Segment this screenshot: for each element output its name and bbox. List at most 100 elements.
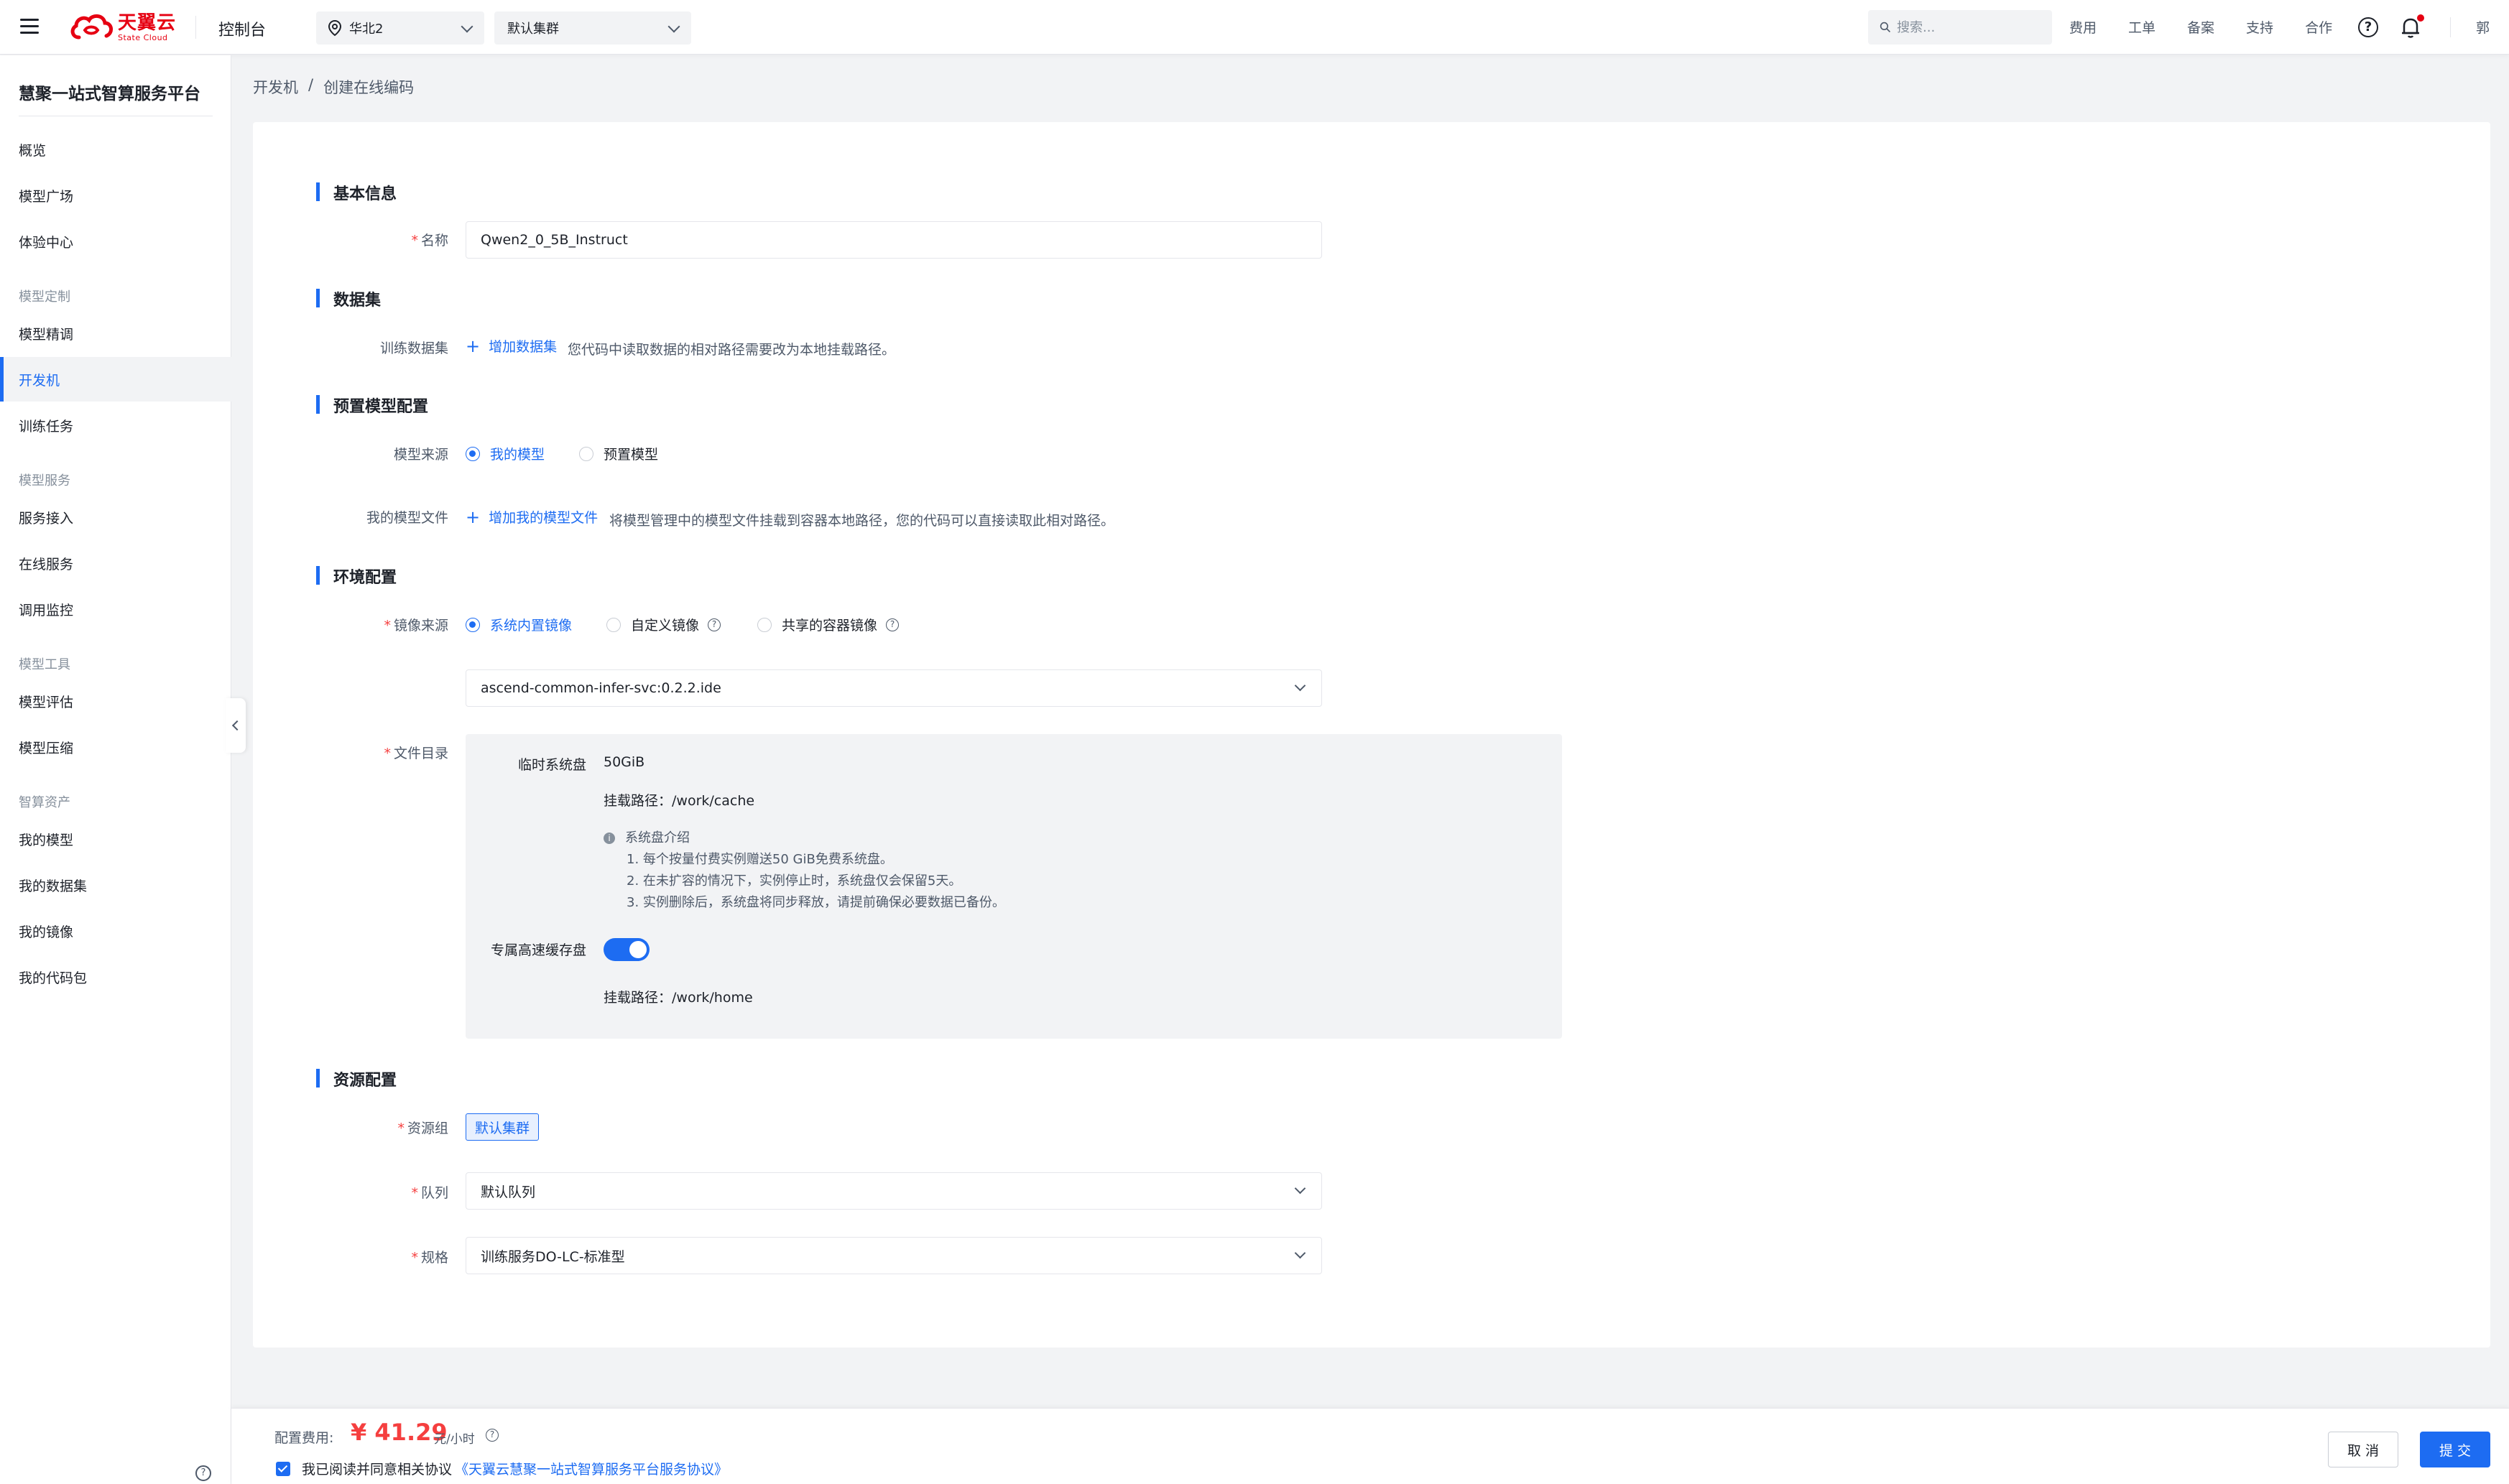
topbar-divider bbox=[2450, 17, 2451, 37]
temp-disk-label: 临时系统盘 bbox=[517, 757, 586, 773]
radio-dot bbox=[579, 446, 593, 461]
breadcrumb-parent[interactable]: 开发机 bbox=[253, 76, 298, 98]
cancel-button[interactable]: 取 消 bbox=[2328, 1432, 2398, 1467]
agreement-link[interactable]: 《天翼云慧聚一站式智算服务平台服务协议》 bbox=[455, 1459, 728, 1478]
breadcrumb: 开发机 / 创建在线编码 bbox=[253, 76, 414, 98]
radio-builtin-image[interactable]: 系统内置镜像 bbox=[466, 615, 572, 634]
add-dataset-button[interactable]: + 增加数据集 bbox=[466, 336, 557, 356]
sidebar: 慧聚一站式智算服务平台 概览 模型广场 体验中心 模型定制 模型精调 开发机 训… bbox=[0, 55, 231, 1484]
resource-group-label: * 资源组 bbox=[397, 1121, 448, 1136]
sidebar-item-experience[interactable]: 体验中心 bbox=[0, 219, 231, 264]
search-input[interactable] bbox=[1897, 19, 2041, 35]
sidebar-item-devbox[interactable]: 开发机 bbox=[0, 357, 231, 402]
image-source-label: * 镜像来源 bbox=[384, 618, 448, 634]
agreement-text: 我已阅读并同意相关协议 bbox=[302, 1462, 453, 1478]
sidebar-item-finetune[interactable]: 模型精调 bbox=[0, 311, 231, 356]
model-file-hint: 将模型管理中的模型文件挂载到容器本地路径，您的代码可以直接读取此相对路径。 bbox=[609, 513, 1115, 529]
model-source-label: 模型来源 bbox=[393, 447, 448, 463]
sidebar-item-overview[interactable]: 概览 bbox=[0, 127, 231, 172]
top-link-cooperation[interactable]: 合作 bbox=[2305, 17, 2332, 37]
fee-value: ¥ 41.29 bbox=[351, 1419, 448, 1446]
question-icon[interactable]: ? bbox=[886, 618, 900, 631]
spec-label: * 规格 bbox=[411, 1250, 448, 1266]
radio-dot bbox=[466, 617, 480, 632]
radio-my-model[interactable]: 我的模型 bbox=[466, 444, 545, 463]
agreement-checkbox[interactable] bbox=[276, 1461, 290, 1476]
top-link-filing[interactable]: 备案 bbox=[2187, 17, 2214, 37]
sidebar-item-training[interactable]: 训练任务 bbox=[0, 403, 231, 447]
sidebar-item-compress[interactable]: 模型压缩 bbox=[0, 725, 231, 769]
radio-custom-image[interactable]: 自定义镜像? bbox=[606, 615, 721, 634]
section-title-model: 预置模型配置 bbox=[316, 394, 428, 417]
cache-disk-toggle[interactable] bbox=[604, 938, 650, 961]
spec-select[interactable]: 训练服务DO-LC-标准型 bbox=[466, 1237, 1322, 1274]
chevron-down-icon bbox=[1294, 1182, 1306, 1195]
top-link-fees[interactable]: 费用 bbox=[2069, 17, 2097, 37]
cluster-select[interactable]: 默认集群 bbox=[494, 11, 691, 45]
footer-bar: 配置费用: ¥ 41.29 元/小时 ? 我已阅读并同意相关协议 《天翼云慧聚一… bbox=[231, 1408, 2509, 1484]
location-pin-icon bbox=[328, 19, 342, 37]
region-value: 华北2 bbox=[349, 22, 384, 37]
question-icon[interactable]: ? bbox=[486, 1429, 499, 1442]
fee-unit: 元/小时 bbox=[434, 1432, 475, 1447]
top-bar: 天翼云 State Cloud 控制台 华北2 默认集群 费用 工单 备案 支持… bbox=[0, 0, 2509, 55]
top-link-support[interactable]: 支持 bbox=[2246, 17, 2273, 37]
breadcrumb-separator: / bbox=[308, 76, 314, 93]
cache-disk-label: 专属高速缓存盘 bbox=[490, 942, 586, 958]
sidebar-item-my-models[interactable]: 我的模型 bbox=[0, 817, 231, 861]
sidebar-group-model-tools: 模型工具 bbox=[19, 657, 70, 672]
sidebar-item-service-access[interactable]: 服务接入 bbox=[0, 495, 231, 539]
sidebar-item-monitor[interactable]: 调用监控 bbox=[0, 587, 231, 631]
search-box[interactable] bbox=[1868, 10, 2052, 45]
fee-label: 配置费用: bbox=[274, 1430, 334, 1446]
image-select[interactable]: ascend-common-infer-svc:0.2.2.ide bbox=[466, 669, 1322, 707]
notification-dot bbox=[2417, 14, 2424, 22]
sidebar-collapse-button[interactable] bbox=[226, 698, 246, 753]
section-title-basic: 基本信息 bbox=[316, 181, 397, 204]
dataset-hint: 您代码中读取数据的相对路径需要改为本地挂载路径。 bbox=[568, 342, 896, 358]
system-disk-note-line: 1. 每个按量付费实例赠送50 GiB免费系统盘。 bbox=[627, 852, 893, 867]
logo-cloud-icon bbox=[70, 14, 113, 40]
chevron-down-icon bbox=[667, 20, 680, 33]
logo-text: 天翼云 bbox=[118, 11, 177, 34]
submit-button[interactable]: 提 交 bbox=[2420, 1432, 2490, 1467]
top-link-tickets[interactable]: 工单 bbox=[2128, 17, 2155, 37]
resource-group-tag[interactable]: 默认集群 bbox=[466, 1113, 540, 1141]
train-dataset-label: 训练数据集 bbox=[379, 340, 448, 356]
console-link[interactable]: 控制台 bbox=[218, 17, 266, 40]
radio-shared-image[interactable]: 共享的容器镜像? bbox=[757, 615, 900, 634]
user-avatar[interactable]: 郭 bbox=[2476, 17, 2490, 37]
radio-dot bbox=[757, 617, 772, 632]
info-icon: i bbox=[604, 833, 615, 844]
menu-icon[interactable] bbox=[20, 19, 39, 34]
radio-dot bbox=[466, 446, 480, 461]
name-field[interactable] bbox=[466, 221, 1322, 259]
sidebar-group-model-service: 模型服务 bbox=[19, 473, 70, 488]
search-icon bbox=[1880, 22, 1890, 32]
sidebar-group-assets: 智算资产 bbox=[19, 795, 70, 810]
logo[interactable]: 天翼云 State Cloud bbox=[69, 10, 176, 45]
agreement: 我已阅读并同意相关协议 《天翼云慧聚一站式智算服务平台服务协议》 bbox=[276, 1459, 728, 1478]
queue-select[interactable]: 默认队列 bbox=[466, 1172, 1322, 1210]
name-input[interactable] bbox=[481, 232, 1307, 248]
cluster-value: 默认集群 bbox=[507, 22, 559, 37]
system-disk-note-line: 2. 在未扩容的情况下，实例停止时，系统盘仅会保留5天。 bbox=[627, 873, 962, 889]
sidebar-item-model-square[interactable]: 模型广场 bbox=[0, 173, 231, 218]
chevron-down-icon bbox=[461, 20, 473, 33]
chevron-left-icon bbox=[231, 720, 243, 731]
sidebar-item-online-service[interactable]: 在线服务 bbox=[0, 541, 231, 585]
region-select[interactable]: 华北2 bbox=[316, 11, 484, 45]
add-model-file-button[interactable]: + 增加我的模型文件 bbox=[466, 507, 598, 527]
sidebar-title: 慧聚一站式智算服务平台 bbox=[19, 85, 200, 103]
top-links: 费用 工单 备案 支持 合作 bbox=[2069, 17, 2364, 37]
sidebar-item-my-code[interactable]: 我的代码包 bbox=[0, 955, 231, 999]
question-icon[interactable]: ? bbox=[708, 618, 721, 631]
radio-preset-model[interactable]: 预置模型 bbox=[579, 444, 658, 463]
queue-label: * 队列 bbox=[411, 1185, 448, 1201]
help-icon[interactable]: ? bbox=[195, 1465, 211, 1481]
help-icon[interactable]: ? bbox=[2358, 17, 2378, 37]
sidebar-item-my-images[interactable]: 我的镜像 bbox=[0, 909, 231, 953]
sidebar-item-evaluate[interactable]: 模型评估 bbox=[0, 679, 231, 723]
spec-select-value: 训练服务DO-LC-标准型 bbox=[481, 1248, 625, 1265]
sidebar-item-my-datasets[interactable]: 我的数据集 bbox=[0, 863, 231, 907]
